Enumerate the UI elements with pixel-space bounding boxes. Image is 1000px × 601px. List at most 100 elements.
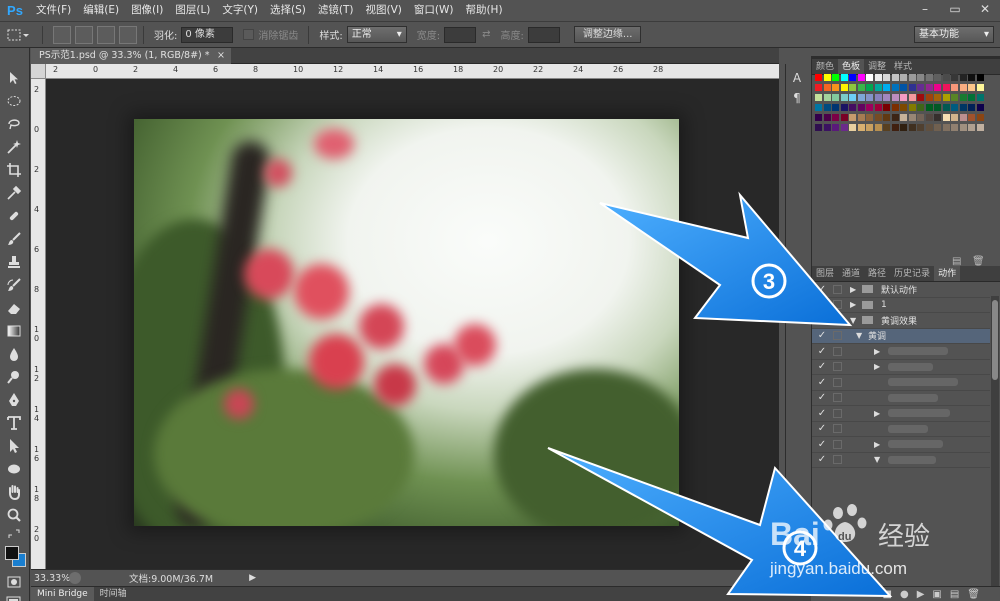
actions-list[interactable]: ✓ ▶ 默认动作 ✓ ▶ 1 ✓ ▼ 黄调效果 ✓ ▼ 黄调 ✓ ▶ ✓ ▶ ✓ ✓ ✓ ▶ ✓ ✓ ▶ ✓ ▼ — [812, 282, 990, 572]
menu-image[interactable]: 图像(I) — [125, 0, 169, 21]
color-swatch[interactable] — [951, 84, 958, 91]
intersect-selection-icon[interactable] — [119, 25, 137, 44]
color-swatch[interactable] — [900, 104, 907, 111]
color-swatch[interactable] — [976, 104, 984, 111]
dialog-toggle[interactable] — [833, 346, 842, 356]
new-action-icon[interactable]: ▤ — [950, 589, 959, 600]
color-swatch[interactable] — [934, 114, 941, 121]
color-swatch[interactable] — [951, 124, 958, 131]
color-swatch[interactable] — [874, 104, 882, 111]
ruler-origin[interactable] — [31, 64, 46, 79]
action-row[interactable]: ✓ ▶ 默认动作 — [812, 282, 990, 298]
color-swatch[interactable] — [840, 124, 848, 131]
color-swatch[interactable] — [866, 124, 873, 131]
tab-swatches[interactable]: 色板 — [838, 59, 865, 74]
color-swatch[interactable] — [857, 124, 865, 131]
screen-mode-icon[interactable] — [0, 590, 28, 601]
color-swatch[interactable] — [866, 84, 873, 91]
color-swatch[interactable] — [849, 84, 856, 91]
color-swatch[interactable] — [849, 94, 856, 101]
dialog-toggle[interactable] — [833, 331, 842, 341]
add-selection-icon[interactable] — [75, 25, 93, 44]
color-swatch[interactable] — [942, 84, 950, 91]
menu-filter[interactable]: 滤镜(T) — [312, 0, 360, 21]
menu-file[interactable]: 文件(F) — [30, 0, 77, 21]
color-swatch[interactable] — [874, 74, 882, 81]
color-swatch[interactable] — [900, 74, 907, 81]
color-swatch[interactable] — [849, 114, 856, 121]
expand-down-icon[interactable]: ▼ — [874, 455, 882, 464]
subtract-selection-icon[interactable] — [97, 25, 115, 44]
color-swatch[interactable] — [832, 94, 839, 101]
color-swatch[interactable] — [891, 124, 899, 131]
swap-icon[interactable]: ⇄ — [482, 29, 490, 40]
clone-stamp-tool-icon[interactable] — [0, 250, 28, 273]
color-swatch[interactable] — [815, 124, 822, 131]
checkmark-icon[interactable]: ✓ — [816, 299, 828, 310]
expand-right-icon[interactable]: ▶ — [874, 409, 882, 418]
new-selection-icon[interactable] — [53, 25, 71, 44]
color-swatch[interactable] — [866, 114, 873, 121]
history-brush-tool-icon[interactable] — [0, 273, 28, 296]
lasso-tool-icon[interactable] — [0, 112, 28, 135]
action-row[interactable]: ✓ — [812, 422, 990, 437]
color-swatch[interactable] — [925, 124, 933, 131]
tab-styles[interactable]: 样式 — [890, 59, 916, 74]
color-swatch[interactable] — [951, 74, 958, 81]
color-swatch[interactable] — [874, 84, 882, 91]
zoom-tool-icon[interactable] — [0, 503, 28, 526]
checkmark-icon[interactable]: ✓ — [816, 346, 828, 357]
color-swatch[interactable] — [883, 74, 890, 81]
color-swatch[interactable] — [832, 104, 839, 111]
color-swatch[interactable] — [976, 114, 984, 121]
color-swatch[interactable] — [874, 114, 882, 121]
horizontal-ruler[interactable]: 2 0 2 4 6 8 10 12 14 16 18 20 22 24 26 2… — [46, 64, 779, 79]
color-swatch[interactable] — [976, 74, 984, 81]
color-swatch[interactable] — [874, 94, 882, 101]
dialog-toggle[interactable] — [833, 439, 842, 449]
action-row[interactable]: ✓ — [812, 391, 990, 406]
menu-help[interactable]: 帮助(H) — [459, 0, 508, 21]
checkmark-icon[interactable]: ✓ — [816, 361, 828, 372]
color-swatch[interactable] — [968, 94, 975, 101]
color-swatch[interactable] — [883, 94, 890, 101]
color-swatch[interactable] — [849, 124, 856, 131]
color-swatch[interactable] — [917, 124, 924, 131]
menu-layer[interactable]: 图层(L) — [169, 0, 216, 21]
color-swatch[interactable] — [857, 114, 865, 121]
tab-actions[interactable]: 动作 — [934, 266, 961, 281]
color-swatch[interactable] — [815, 84, 822, 91]
minimize-button[interactable]: – — [910, 0, 940, 18]
pen-tool-icon[interactable] — [0, 388, 28, 411]
color-swatch[interactable] — [840, 84, 848, 91]
close-icon[interactable]: × — [217, 48, 225, 64]
refine-edge-button[interactable]: 调整边缘... — [573, 26, 642, 43]
color-swatch[interactable] — [917, 74, 924, 81]
color-swatch[interactable] — [883, 104, 890, 111]
tab-adjustments[interactable]: 调整 — [864, 59, 890, 74]
color-swatch[interactable] — [857, 74, 865, 81]
height-input[interactable] — [527, 26, 560, 43]
color-swatch[interactable] — [908, 104, 916, 111]
action-row[interactable]: ✓ ▶ 1 — [812, 298, 990, 313]
color-swatch[interactable] — [968, 74, 975, 81]
action-row[interactable]: ✓ ▶ — [812, 406, 990, 422]
checkmark-icon[interactable]: ✓ — [816, 377, 828, 388]
color-swatch[interactable] — [951, 94, 958, 101]
color-swatch[interactable] — [951, 104, 958, 111]
tab-layers[interactable]: 图层 — [812, 266, 838, 281]
restore-button[interactable]: ▭ — [940, 0, 970, 18]
share-icon[interactable] — [69, 572, 81, 584]
expand-down-icon[interactable]: ▼ — [856, 331, 864, 340]
checkmark-icon[interactable]: ✓ — [816, 284, 828, 295]
dialog-toggle[interactable] — [833, 408, 842, 418]
checkmark-icon[interactable]: ✓ — [816, 330, 828, 341]
color-swatch[interactable] — [934, 124, 941, 131]
color-swatch[interactable] — [968, 104, 975, 111]
color-swatch[interactable] — [849, 74, 856, 81]
paragraph-panel-icon[interactable]: ¶ — [786, 88, 808, 108]
color-swatch[interactable] — [840, 74, 848, 81]
tab-timeline[interactable]: 时间轴 — [94, 587, 133, 601]
dialog-toggle[interactable] — [833, 315, 842, 325]
color-swatch[interactable] — [908, 114, 916, 121]
